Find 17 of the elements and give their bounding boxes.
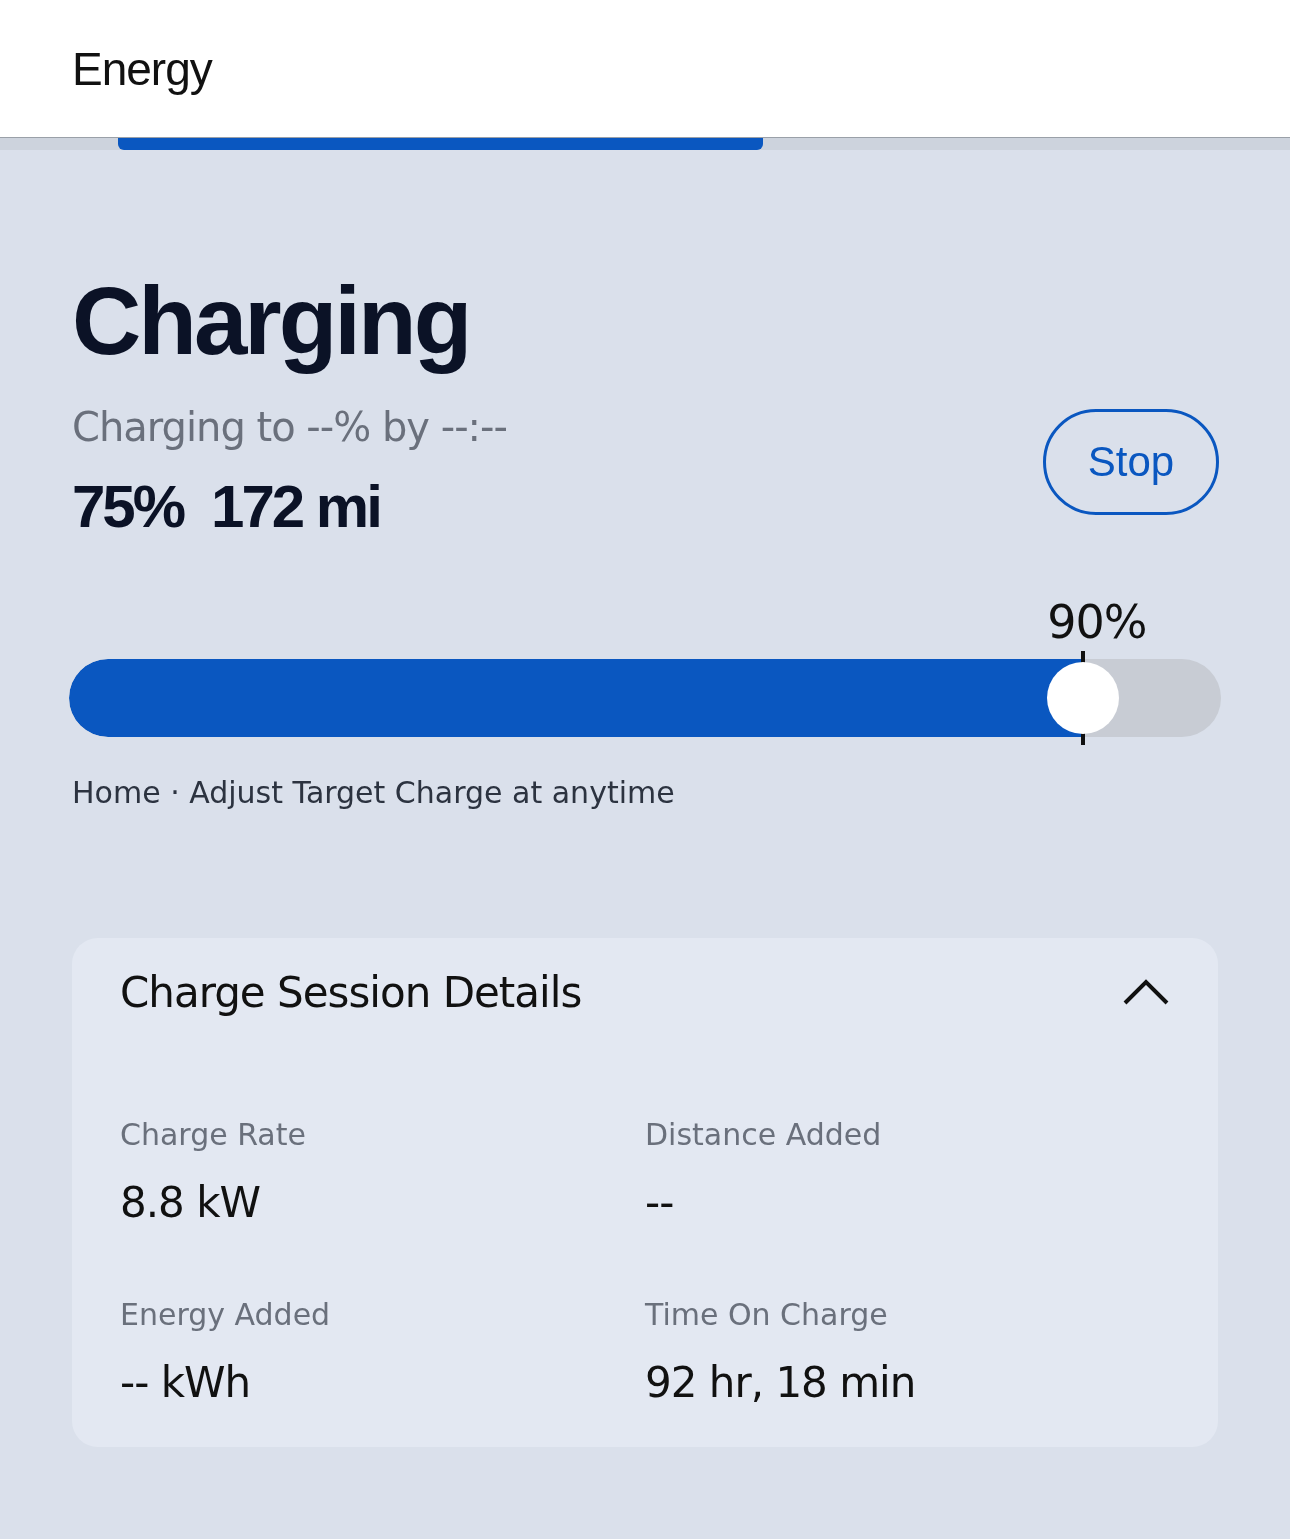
- slider-caption: Home · Adjust Target Charge at anytime: [72, 774, 676, 810]
- page-title: Energy: [72, 41, 212, 96]
- detail-value: 92 hr, 18 min: [645, 1357, 917, 1407]
- stop-button[interactable]: Stop: [1043, 409, 1219, 516]
- detail-label: Time On Charge: [645, 1296, 889, 1332]
- details-title: Charge Session Details: [120, 967, 582, 1017]
- charging-heading: Charging: [72, 268, 471, 374]
- detail-value: --: [645, 1177, 675, 1227]
- detail-label: Charge Rate: [120, 1116, 307, 1152]
- detail-label: Energy Added: [120, 1296, 332, 1332]
- target-reading: 90%: [1047, 594, 1147, 649]
- detail-value: -- kWh: [120, 1357, 252, 1407]
- charging-subtitle: Charging to --% by --:--: [72, 403, 507, 450]
- detail-label: Distance Added: [645, 1116, 883, 1152]
- detail-value: 8.8 kW: [120, 1177, 261, 1227]
- range-value: 172 mi: [211, 471, 380, 541]
- battery-percent: 75%: [72, 471, 184, 541]
